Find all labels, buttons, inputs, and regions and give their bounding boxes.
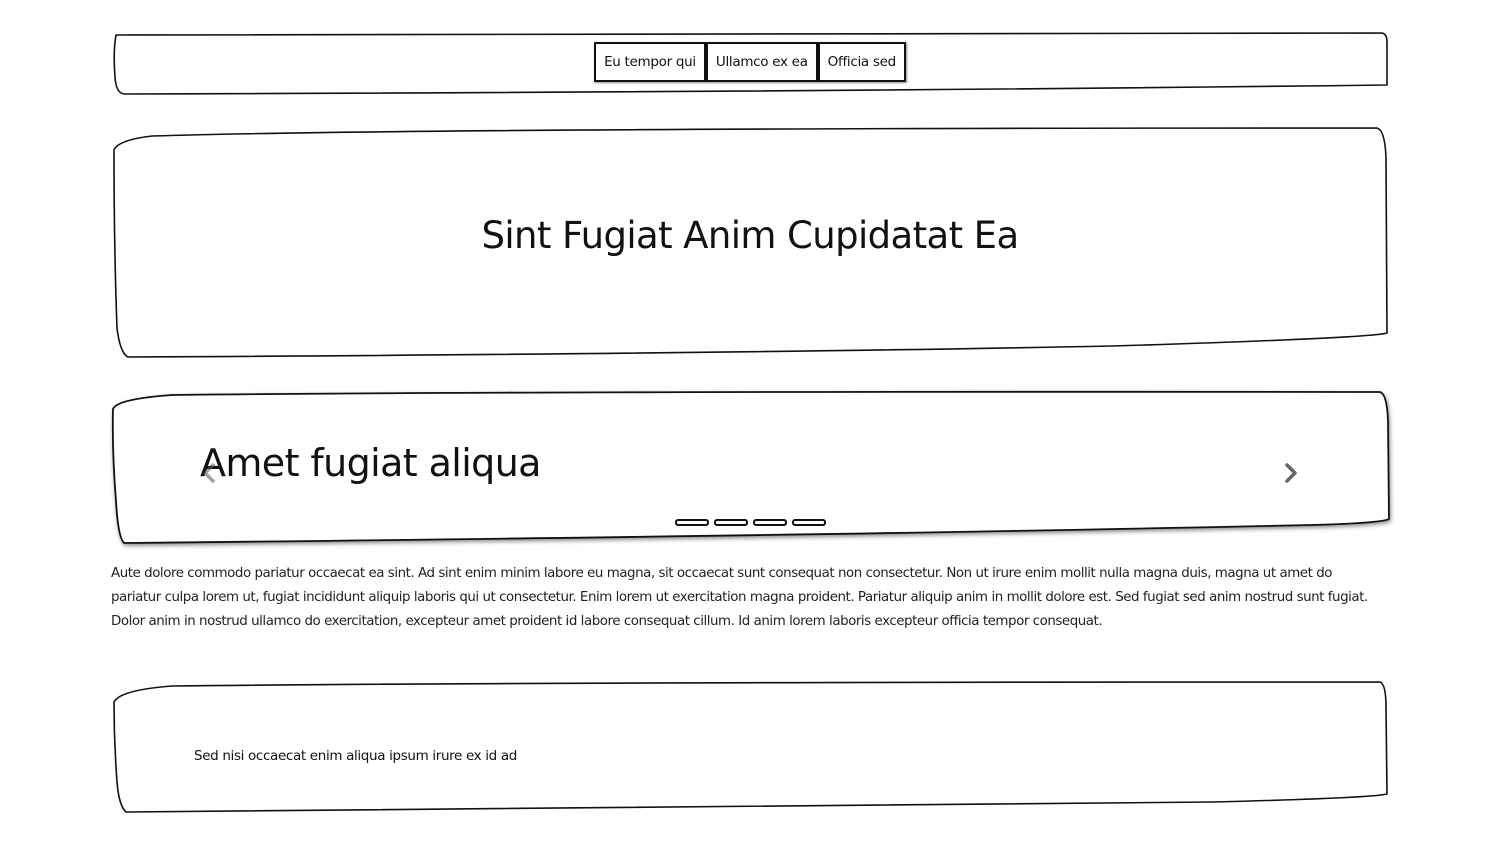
body-paragraph: Aute dolore commodo pariatur occaecat ea… — [111, 566, 1368, 629]
carousel: Amet fugiat aliqua — [111, 390, 1390, 545]
slide-title: Amet fugiat aliqua — [200, 441, 541, 485]
nav-button-officia-sed[interactable]: Officia sed — [817, 42, 906, 82]
carousel-indicator-4[interactable] — [791, 519, 826, 526]
carousel-indicators — [112, 519, 1388, 526]
carousel-indicator-3[interactable] — [752, 519, 787, 526]
chevron-right-icon[interactable] — [1278, 460, 1304, 486]
page: Eu tempor qui Ullamco ex ea Officia sed … — [0, 0, 1500, 845]
footer-card: Sed nisi occaecat enim aliqua ipsum irur… — [112, 681, 1388, 813]
chevron-left-icon[interactable] — [197, 460, 223, 486]
nav-button-group: Eu tempor qui Ullamco ex ea Officia sed — [112, 42, 1388, 82]
hero-title: Sint Fugiat Anim Cupidatat Ea — [481, 214, 1019, 257]
hero-section: Sint Fugiat Anim Cupidatat Ea — [112, 127, 1388, 358]
carousel-indicator-2[interactable] — [713, 519, 748, 526]
footer-text: Sed nisi occaecat enim aliqua ipsum irur… — [194, 748, 517, 764]
nav-button-ullamco-ex-ea[interactable]: Ullamco ex ea — [705, 42, 818, 82]
top-nav: Eu tempor qui Ullamco ex ea Officia sed — [112, 31, 1388, 96]
nav-button-eu-tempor-qui[interactable]: Eu tempor qui — [594, 42, 706, 82]
carousel-indicator-1[interactable] — [674, 519, 709, 526]
